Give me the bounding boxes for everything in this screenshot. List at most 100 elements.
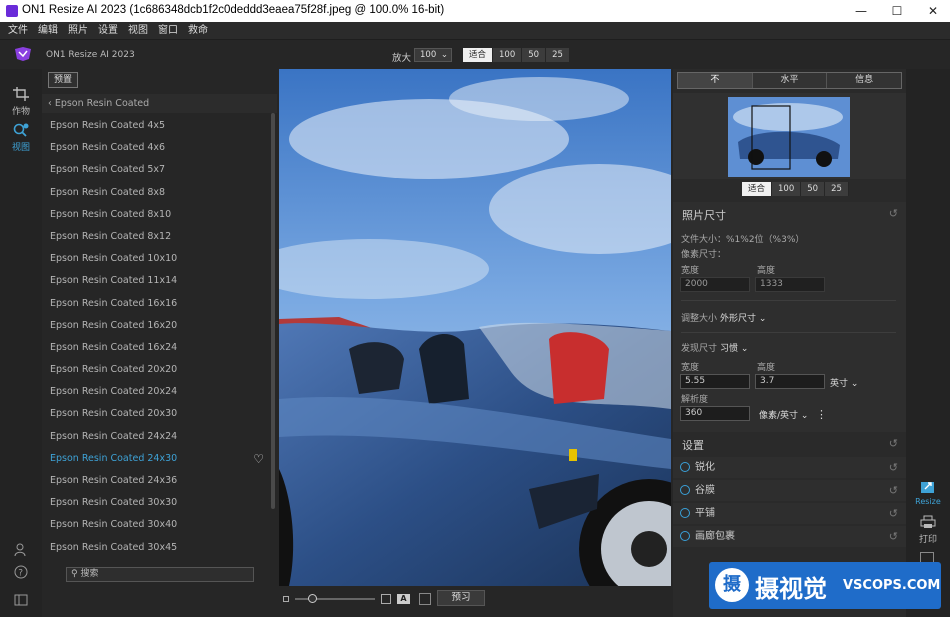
crop-tool[interactable]: 作物	[0, 87, 42, 117]
maximize-button[interactable]: ☐	[882, 2, 912, 20]
nav-zoom-fit[interactable]: 适合	[742, 182, 773, 196]
divider	[681, 300, 896, 301]
photo-size-title[interactable]: 照片尺寸 ↺	[673, 207, 906, 223]
minimize-button[interactable]: —	[846, 2, 876, 20]
view-tool[interactable]: 视图	[0, 123, 42, 153]
toggle-circle-icon[interactable]	[680, 531, 690, 541]
preset-item[interactable]: Epson Resin Coated 4x6	[42, 137, 270, 159]
title-bar: ON1 Resize AI 2023 (1c686348dcb1f2c0dedd…	[0, 0, 950, 22]
menu-file[interactable]: 文件	[6, 22, 30, 40]
zoom-select[interactable]: 100 ⌄	[414, 48, 452, 62]
view-label: 视图	[11, 143, 30, 153]
navigator-thumbnail[interactable]	[728, 97, 850, 177]
nav-zoom-50[interactable]: 50	[801, 182, 826, 196]
preset-item[interactable]: Epson Resin Coated 10x10	[42, 248, 270, 270]
file-size-label: 文件大小：%1%2位（%3%）	[681, 235, 805, 245]
reset-icon[interactable]: ↺	[889, 207, 898, 220]
compare-icon[interactable]	[419, 593, 431, 605]
preset-item[interactable]: Epson Resin Coated 24x24	[42, 426, 270, 448]
size-slider[interactable]	[295, 598, 375, 600]
toggle-circle-icon[interactable]	[680, 508, 690, 518]
reset-icon[interactable]: ↺	[889, 437, 898, 450]
preset-item[interactable]: Epson Resin Coated 11x14	[42, 270, 270, 292]
close-button[interactable]: ✕	[918, 2, 948, 20]
preset-item[interactable]: Epson Resin Coated 30x30	[42, 492, 270, 514]
menu-edit[interactable]: 编辑	[36, 22, 60, 40]
tab-info[interactable]: 信息	[827, 73, 901, 88]
preset-item[interactable]: Epson Resin Coated 8x10	[42, 204, 270, 226]
menu-view[interactable]: 视图	[126, 22, 150, 40]
preset-item[interactable]: Epson Resin Coated 30x45	[42, 537, 270, 559]
preset-item[interactable]: Epson Resin Coated 4x5	[42, 115, 270, 137]
preset-item[interactable]: Epson Resin Coated 8x12	[42, 226, 270, 248]
preview-button[interactable]: 预习	[437, 590, 485, 606]
more-options-icon[interactable]: ⋮	[816, 408, 827, 421]
reset-icon[interactable]: ↺	[889, 480, 898, 501]
grain-row[interactable]: 谷膜 ↺	[673, 480, 906, 501]
pixel-width-field[interactable]: 2000	[680, 277, 750, 292]
toggle-circle-icon[interactable]	[680, 462, 690, 472]
reset-icon[interactable]: ↺	[889, 526, 898, 547]
sharpen-label: 锐化	[695, 462, 715, 473]
photo-canvas[interactable]	[279, 69, 671, 586]
preset-item[interactable]: Epson Resin Coated 16x24	[42, 337, 270, 359]
nav-zoom-100[interactable]: 100	[772, 182, 802, 196]
presets-scrollbar[interactable]	[271, 113, 275, 509]
preset-item-label: Epson Resin Coated 10x10	[50, 253, 178, 265]
tab-none[interactable]: 不	[678, 73, 753, 88]
preset-item-label: Epson Resin Coated 20x20	[50, 364, 178, 376]
nav-zoom-25[interactable]: 25	[825, 182, 849, 196]
pixel-height-field[interactable]: 1333	[755, 277, 825, 292]
toggle-circle-icon[interactable]	[680, 485, 690, 495]
preset-item[interactable]: Epson Resin Coated 24x36	[42, 470, 270, 492]
watermark-banner: 摄 摄视觉 VSCOPS.COM	[709, 562, 941, 609]
preset-item[interactable]: Epson Resin Coated 8x8	[42, 182, 270, 204]
unit-dropdown[interactable]: 英寸 ⌄	[830, 376, 858, 389]
small-square-icon	[283, 596, 289, 602]
favorite-heart-icon[interactable]: ♡	[253, 448, 264, 470]
sharpen-row[interactable]: 锐化 ↺	[673, 457, 906, 478]
presets-tab[interactable]: 预置	[48, 72, 78, 88]
text-overlay-icon[interactable]: A	[397, 594, 410, 604]
user-icon[interactable]	[0, 543, 42, 560]
panel-toggle-icon[interactable]	[0, 594, 42, 609]
preset-item[interactable]: Epson Resin Coated 30x40	[42, 514, 270, 536]
preset-item[interactable]: Epson Resin Coated 16x16	[42, 293, 270, 315]
tab-horizontal[interactable]: 水平	[753, 73, 828, 88]
doc-size-dropdown[interactable]: 习惯 ⌄	[720, 341, 748, 354]
app-logo-icon	[15, 47, 31, 61]
reset-icon[interactable]: ↺	[889, 503, 898, 524]
doc-height-label: 高度	[757, 363, 776, 373]
resolution-field[interactable]: 360	[680, 406, 750, 421]
settings-title[interactable]: 设置 ↺	[673, 437, 906, 453]
menu-settings[interactable]: 设置	[96, 22, 120, 40]
menu-photo[interactable]: 照片	[66, 22, 90, 40]
preset-item[interactable]: Epson Resin Coated 16x20	[42, 315, 270, 337]
reset-icon[interactable]: ↺	[889, 457, 898, 478]
pixel-size-label: 像素尺寸：	[681, 250, 727, 260]
resolution-unit-dropdown[interactable]: 像素/英寸 ⌄	[759, 408, 808, 421]
menu-window[interactable]: 窗口	[156, 22, 180, 40]
zoom-25-button[interactable]: 25	[546, 48, 570, 62]
menu-help[interactable]: 救命	[186, 22, 210, 40]
preset-item[interactable]: Epson Resin Coated 20x20	[42, 359, 270, 381]
gallery-wrap-row[interactable]: 画廊包裹 ↺	[673, 526, 906, 547]
print-module[interactable]: 打印	[906, 515, 950, 545]
doc-height-field[interactable]: 3.7	[755, 374, 825, 389]
photo-size-title-text: 照片尺寸	[682, 209, 726, 222]
tiling-row[interactable]: 平铺 ↺	[673, 503, 906, 524]
doc-width-field[interactable]: 5.55	[680, 374, 750, 389]
zoom-fit-button[interactable]: 适合	[463, 48, 494, 62]
resize-module[interactable]: Resize	[906, 479, 950, 506]
help-icon[interactable]: ?	[0, 565, 42, 582]
presets-search-input[interactable]: ⚲ 搜索	[66, 567, 254, 582]
zoom-100-button[interactable]: 100	[493, 48, 523, 62]
presets-header[interactable]: ‹ Epson Resin Coated	[42, 94, 277, 113]
preset-item[interactable]: Epson Resin Coated 24x30 ♡	[42, 448, 270, 470]
preset-item[interactable]: Epson Resin Coated 20x30	[42, 403, 270, 425]
preset-item[interactable]: Epson Resin Coated 20x24	[42, 381, 270, 403]
zoom-50-button[interactable]: 50	[522, 48, 547, 62]
slider-handle[interactable]	[308, 594, 317, 603]
resize-mode-dropdown[interactable]: 外形尺寸 ⌄	[720, 311, 766, 324]
preset-item[interactable]: Epson Resin Coated 5x7	[42, 159, 270, 181]
